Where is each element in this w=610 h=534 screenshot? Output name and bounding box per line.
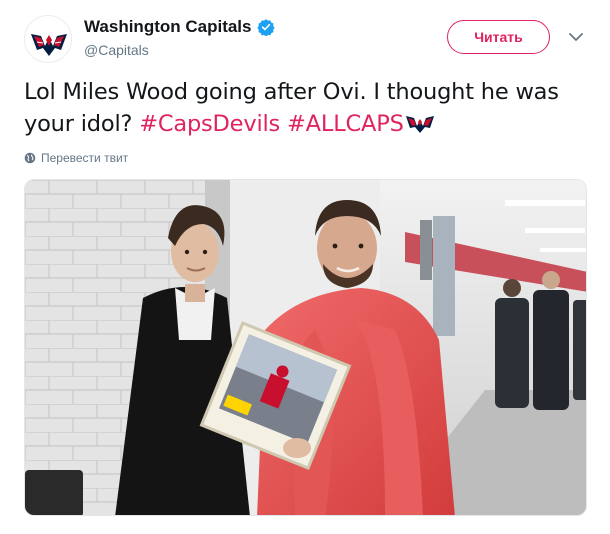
globe-icon (24, 152, 36, 164)
capitals-eagle-hashflag-icon (405, 111, 435, 133)
photo-illustration (25, 180, 586, 515)
tweet-text: Lol Miles Wood going after Ovi. I though… (24, 76, 586, 140)
display-name[interactable]: Washington Capitals (84, 17, 252, 37)
tweet-card: Washington Capitals @Capitals Читать Lol… (0, 0, 610, 534)
hashtag-link[interactable]: #ALLCAPS (287, 111, 404, 137)
translate-label: Перевести твит (41, 151, 129, 165)
follow-button[interactable]: Читать (447, 20, 550, 54)
chevron-down-icon[interactable] (567, 30, 585, 44)
translate-tweet-link[interactable]: Перевести твит (24, 151, 128, 165)
hashtag-link[interactable]: #CapsDevils (139, 111, 280, 137)
avatar[interactable] (24, 15, 72, 63)
capitals-eagle-logo-icon (25, 16, 71, 62)
display-name-row: Washington Capitals (84, 17, 275, 37)
verified-badge-icon (256, 18, 275, 37)
author-block[interactable]: Washington Capitals @Capitals (84, 17, 275, 58)
tweet-photo[interactable] (24, 179, 587, 516)
author-handle[interactable]: @Capitals (84, 42, 275, 58)
